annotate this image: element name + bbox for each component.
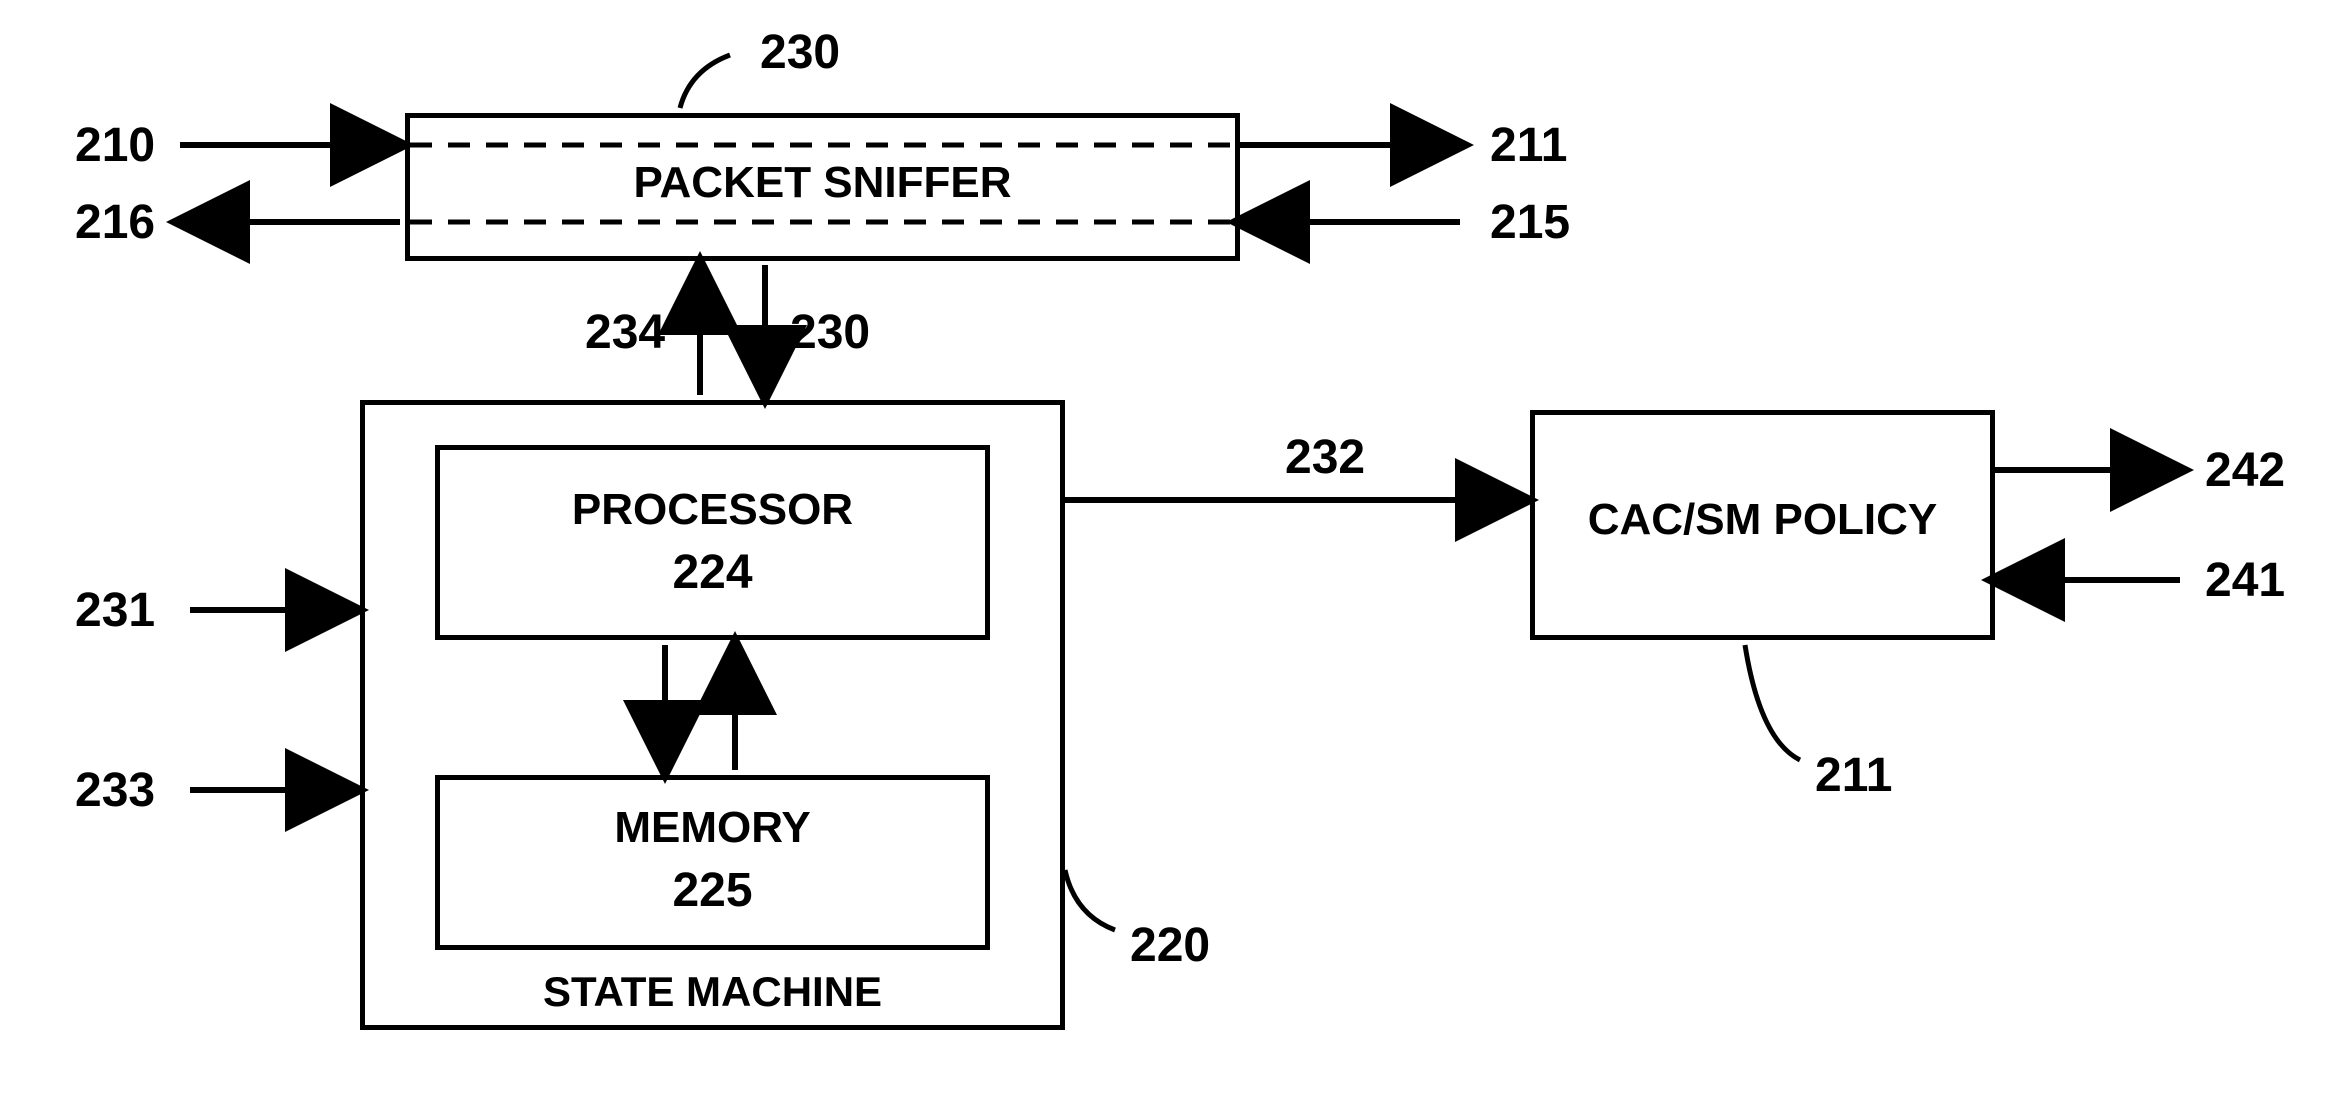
label-230-mid: 230 [790,305,870,360]
processor-box [435,445,990,640]
label-211-top: 211 [1490,118,1567,173]
cac-policy-label: CAC/SM POLICY [1530,495,1995,545]
label-234: 234 [585,305,665,360]
label-233: 233 [75,763,155,818]
label-216: 216 [75,195,155,250]
diagram-canvas: PACKET SNIFFER STATE MACHINE PROCESSOR 2… [0,0,2351,1116]
label-231: 231 [75,583,155,638]
processor-number: 224 [435,545,990,600]
label-211-bottom: 211 [1815,748,1892,803]
label-241: 241 [2205,553,2285,608]
label-220: 220 [1130,918,1210,973]
label-232: 232 [1285,430,1365,485]
memory-label: MEMORY [435,803,990,853]
label-210: 210 [75,118,155,173]
packet-sniffer-label: PACKET SNIFFER [405,158,1240,208]
processor-label: PROCESSOR [435,485,990,535]
label-215: 215 [1490,195,1570,250]
memory-number: 225 [435,863,990,918]
label-242: 242 [2205,443,2285,498]
state-machine-label: STATE MACHINE [360,968,1065,1016]
label-230-top: 230 [760,25,840,80]
